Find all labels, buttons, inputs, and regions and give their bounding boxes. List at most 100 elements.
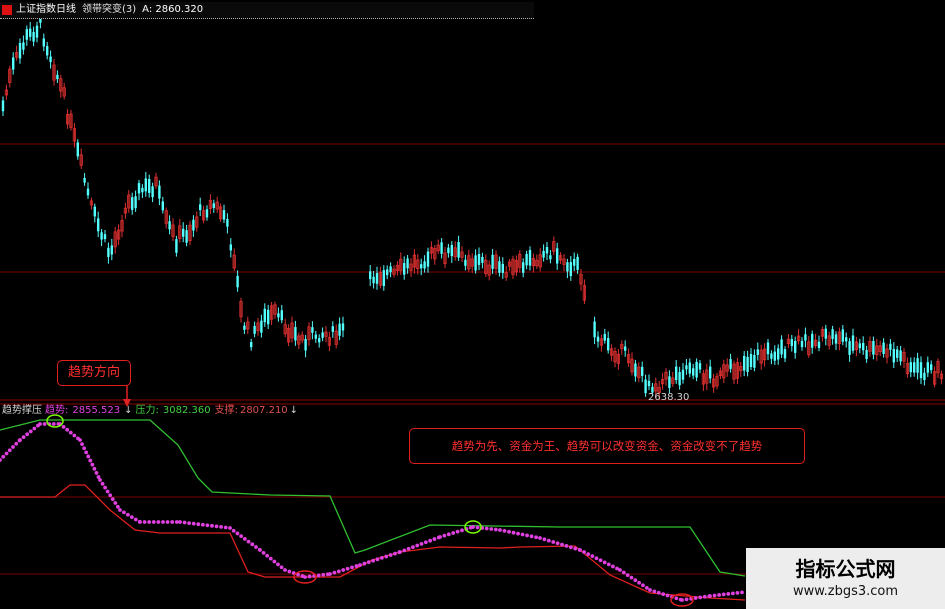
candle-body — [899, 350, 902, 362]
candle-body — [205, 209, 209, 218]
candle-body — [222, 210, 226, 220]
trend-dot — [460, 528, 464, 533]
trend-value: 2855.523 — [72, 405, 121, 416]
candle-body — [277, 313, 280, 318]
candle-body — [916, 358, 919, 373]
subchart-legend: 趋势撑压 趋势: 2855.523 ↓ 压力: 3082.360 支撑: 2807.210 ↓ — [2, 404, 301, 418]
candle-body — [457, 241, 460, 258]
trend-dot — [0, 458, 2, 462]
trend-dot — [246, 539, 251, 544]
trend-dot — [250, 542, 255, 547]
trend-dot — [475, 525, 480, 530]
trend-dot — [726, 592, 731, 596]
trend-dot — [542, 537, 547, 542]
candle-body — [420, 264, 423, 269]
trend-dot — [182, 520, 187, 525]
trend-dot — [637, 580, 642, 585]
trend-dot — [740, 590, 744, 595]
pressure-label: 压力: — [135, 405, 159, 416]
trend-dot — [279, 565, 284, 570]
candle-body — [501, 263, 504, 273]
price-chart-canvas[interactable] — [0, 0, 945, 609]
trend-dot — [84, 450, 89, 455]
trend-dot — [520, 532, 525, 537]
trend-dot — [103, 485, 108, 490]
chart-title: 上证指数日线 — [16, 4, 76, 15]
trend-dot — [336, 569, 341, 574]
trend-dot — [406, 546, 411, 551]
candle-body — [569, 262, 572, 277]
candle-body — [603, 333, 606, 341]
trend-dot — [546, 538, 551, 543]
candle-body — [780, 339, 783, 355]
candle-body — [250, 342, 253, 348]
trend-dot — [80, 442, 84, 447]
candle-body — [498, 261, 501, 273]
candle-body — [100, 232, 103, 240]
candle-body — [110, 245, 113, 255]
trend-dot — [115, 504, 120, 509]
candle-body — [800, 340, 804, 348]
candle-body — [923, 372, 926, 381]
candle-body — [746, 356, 749, 372]
trend-dot — [665, 593, 670, 598]
candle-body — [624, 346, 627, 351]
trend-dot — [228, 526, 232, 530]
trend-dot — [698, 595, 703, 600]
candle-body — [756, 349, 759, 355]
trend-dot — [446, 532, 451, 537]
trend-dot — [196, 522, 201, 527]
trend-dot — [200, 522, 205, 527]
support-line — [0, 484, 746, 601]
trend-dot — [108, 493, 113, 498]
trend-dot — [656, 590, 661, 595]
trend-dot — [538, 536, 542, 540]
trend-dot — [564, 544, 569, 548]
candle-body — [593, 321, 596, 338]
candle-body — [389, 266, 392, 273]
candle-body — [86, 188, 90, 196]
trend-label: 趋势: — [45, 405, 69, 416]
trend-dot — [411, 545, 415, 550]
candle-body — [566, 262, 569, 272]
candle-body — [318, 338, 321, 343]
candle-body — [770, 353, 773, 359]
trend-dot — [122, 510, 126, 515]
trend-dot — [489, 527, 494, 531]
trend-dot — [712, 593, 717, 598]
trend-dot — [594, 556, 599, 561]
candle-body — [97, 218, 100, 232]
support-label: 支撑: — [214, 405, 238, 416]
candle-body — [22, 42, 25, 50]
trend-dot — [151, 520, 156, 524]
candle-body — [607, 338, 610, 351]
candle-body — [909, 362, 912, 373]
trend-dot — [94, 471, 99, 475]
candle-body — [749, 354, 753, 367]
candle-body — [134, 196, 137, 209]
trend-dot — [730, 591, 735, 596]
candle-body — [896, 349, 899, 358]
trend-dot — [272, 559, 277, 564]
candle-body — [83, 178, 86, 183]
trend-dot — [419, 542, 424, 546]
trend-dot — [625, 573, 630, 578]
subchart-name: 趋势撑压 — [2, 405, 42, 416]
support-arrow-icon: ↓ — [289, 405, 299, 416]
trend-dot — [432, 537, 437, 541]
trend-dot — [717, 593, 722, 597]
price-low-label: 2638.30 — [648, 392, 690, 403]
candle-body — [685, 365, 688, 370]
candle-body — [267, 309, 270, 325]
candle-body — [766, 342, 770, 355]
candle-body — [148, 178, 151, 193]
candle-body — [182, 228, 185, 237]
trend-dot — [398, 550, 402, 554]
trend-dot — [133, 517, 138, 522]
trend-dot — [110, 497, 115, 502]
indicator-value: A: 2860.320 — [142, 4, 204, 15]
watermark-title: 指标公式网 — [795, 557, 896, 581]
trend-dot — [582, 550, 587, 554]
trend-dot — [674, 596, 679, 601]
trend-dot — [379, 555, 384, 560]
